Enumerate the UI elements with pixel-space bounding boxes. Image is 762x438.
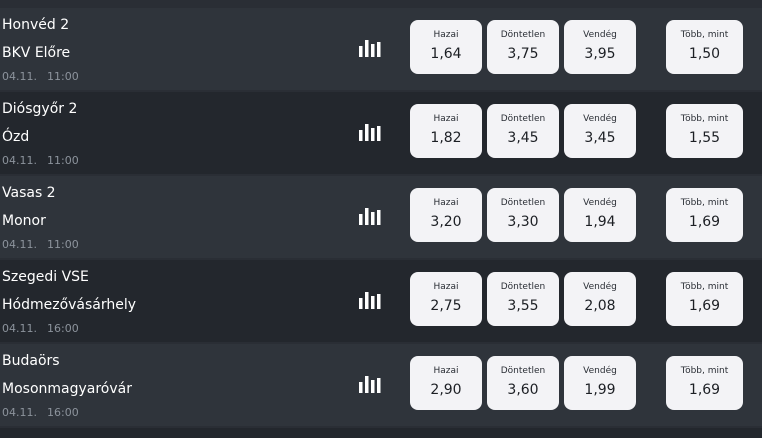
odd-value: 1,82 (430, 130, 462, 146)
odd-button-home[interactable]: Hazai 2,90 (410, 356, 482, 410)
odd-button-away[interactable]: Vendég 2,08 (564, 272, 636, 326)
list-footer-divider (0, 428, 762, 438)
kickoff-date: 04.11. (2, 154, 37, 167)
odd-value: 3,30 (507, 214, 539, 230)
kickoff-datetime: 04.11. 11:00 (2, 238, 79, 252)
kickoff-date: 04.11. (2, 70, 37, 83)
home-team-name[interactable]: Diósgyőr 2 (2, 100, 77, 118)
odd-label: Hazai (433, 198, 459, 208)
odd-label: Döntetlen (500, 282, 546, 292)
odd-value: 3,95 (584, 46, 616, 62)
odd-value: 3,20 (430, 214, 462, 230)
home-team-name[interactable]: Vasas 2 (2, 184, 56, 202)
away-team-name[interactable]: Monor (2, 212, 46, 230)
odd-button-home[interactable]: Hazai 1,82 (410, 104, 482, 158)
bar-chart-icon[interactable] (358, 374, 382, 394)
match-row: Honvéd 2 BKV Előre 04.11. 11:00 Hazai 1,6… (0, 8, 762, 90)
odd-value: 1,50 (688, 46, 721, 62)
odd-button-home[interactable]: Hazai 2,75 (410, 272, 482, 326)
odd-label: Vendég (583, 366, 617, 376)
odd-value: 1,69 (688, 382, 721, 398)
home-team-name[interactable]: Szegedi VSE (2, 268, 89, 286)
odd-button-home[interactable]: Hazai 1,64 (410, 20, 482, 74)
odd-button-away[interactable]: Vendég 1,99 (564, 356, 636, 410)
odd-label: Több, mint (680, 30, 729, 40)
odd-value: 1,64 (430, 46, 462, 62)
odd-label: Vendég (583, 282, 617, 292)
odd-button-draw[interactable]: Döntetlen 3,45 (487, 104, 559, 158)
odd-button-over[interactable]: Több, mint 1,69 (666, 188, 743, 242)
kickoff-time: 11:00 (47, 154, 79, 167)
odd-button-draw[interactable]: Döntetlen 3,55 (487, 272, 559, 326)
bar-chart-icon[interactable] (358, 38, 382, 58)
odd-label: Döntetlen (500, 366, 546, 376)
odd-value: 3,60 (507, 382, 539, 398)
match-list: Honvéd 2 BKV Előre 04.11. 11:00 Hazai 1,6… (0, 0, 762, 438)
odd-label: Hazai (433, 366, 459, 376)
home-team-name[interactable]: Honvéd 2 (2, 16, 69, 34)
odd-value: 2,75 (430, 298, 462, 314)
kickoff-time: 16:00 (47, 406, 79, 419)
odd-value: 1,69 (688, 214, 721, 230)
odd-value: 1,99 (584, 382, 616, 398)
odd-button-over[interactable]: Több, mint 1,69 (666, 272, 743, 326)
odd-label: Vendég (583, 114, 617, 124)
match-row: Budaörs Mosonmagyaróvár 04.11. 16:00 Haza… (0, 344, 762, 426)
odd-button-away[interactable]: Vendég 3,45 (564, 104, 636, 158)
kickoff-time: 11:00 (47, 238, 79, 251)
odd-button-draw[interactable]: Döntetlen 3,75 (487, 20, 559, 74)
odd-label: Több, mint (680, 282, 729, 292)
bar-chart-icon[interactable] (358, 122, 382, 142)
odd-label: Vendég (583, 30, 617, 40)
kickoff-date: 04.11. (2, 322, 37, 335)
odd-value: 1,94 (584, 214, 616, 230)
odd-label: Több, mint (680, 198, 729, 208)
away-team-name[interactable]: Hódmezővásárhely (2, 296, 136, 314)
odd-value: 2,08 (584, 298, 616, 314)
odd-label: Döntetlen (500, 198, 546, 208)
match-row: Diósgyőr 2 Ózd 04.11. 11:00 Hazai 1,82 Dö… (0, 92, 762, 174)
odd-button-away[interactable]: Vendég 3,95 (564, 20, 636, 74)
odd-button-home[interactable]: Hazai 3,20 (410, 188, 482, 242)
away-team-name[interactable]: Ózd (2, 128, 29, 146)
odd-value: 3,55 (507, 298, 539, 314)
odd-label: Döntetlen (500, 30, 546, 40)
odd-button-over[interactable]: Több, mint 1,50 (666, 20, 743, 74)
bar-chart-icon[interactable] (358, 290, 382, 310)
odd-value: 1,69 (688, 298, 721, 314)
kickoff-datetime: 04.11. 16:00 (2, 322, 79, 336)
kickoff-date: 04.11. (2, 238, 37, 251)
odd-label: Hazai (433, 282, 459, 292)
kickoff-datetime: 04.11. 11:00 (2, 70, 79, 84)
odd-label: Hazai (433, 30, 459, 40)
kickoff-time: 16:00 (47, 322, 79, 335)
odd-button-over[interactable]: Több, mint 1,55 (666, 104, 743, 158)
kickoff-date: 04.11. (2, 406, 37, 419)
odd-button-over[interactable]: Több, mint 1,69 (666, 356, 743, 410)
odd-button-away[interactable]: Vendég 1,94 (564, 188, 636, 242)
odd-value: 2,90 (430, 382, 462, 398)
odd-label: Döntetlen (500, 114, 546, 124)
odd-label: Több, mint (680, 366, 729, 376)
odd-label: Vendég (583, 198, 617, 208)
away-team-name[interactable]: BKV Előre (2, 44, 70, 62)
kickoff-datetime: 04.11. 16:00 (2, 406, 79, 420)
odd-value: 3,75 (507, 46, 539, 62)
kickoff-datetime: 04.11. 11:00 (2, 154, 79, 168)
odd-button-draw[interactable]: Döntetlen 3,30 (487, 188, 559, 242)
odd-label: Hazai (433, 114, 459, 124)
bar-chart-icon[interactable] (358, 206, 382, 226)
match-row: Szegedi VSE Hódmezővásárhely 04.11. 16:00… (0, 260, 762, 342)
odd-value: 3,45 (584, 130, 616, 146)
odd-label: Több, mint (680, 114, 729, 124)
away-team-name[interactable]: Mosonmagyaróvár (2, 380, 132, 398)
match-row: Vasas 2 Monor 04.11. 11:00 Hazai 3,20 Dön… (0, 176, 762, 258)
odd-value: 3,45 (507, 130, 539, 146)
odd-value: 1,55 (688, 130, 721, 146)
odd-button-draw[interactable]: Döntetlen 3,60 (487, 356, 559, 410)
home-team-name[interactable]: Budaörs (2, 352, 60, 370)
kickoff-time: 11:00 (47, 70, 79, 83)
